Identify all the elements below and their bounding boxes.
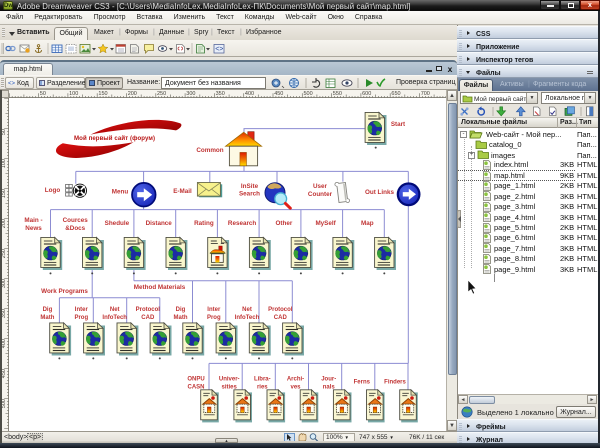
svg-text:Research: Research: [228, 220, 257, 227]
svg-text:Rating: Rating: [194, 220, 214, 227]
svg-text:Search: Search: [239, 191, 260, 198]
svg-text:Archi-: Archi-: [287, 377, 304, 383]
svg-text:Jour-: Jour-: [321, 377, 336, 383]
svg-text:CAD: CAD: [274, 315, 288, 321]
svg-text:E-Mail: E-Mail: [173, 188, 192, 195]
svg-text:Map: Map: [361, 220, 374, 227]
svg-text:300: 300: [186, 91, 195, 97]
svg-text:Start: Start: [391, 121, 406, 128]
svg-text:Libra-: Libra-: [254, 377, 271, 383]
svg-text:sities: sities: [222, 385, 238, 391]
svg-text:700: 700: [421, 91, 430, 97]
svg-text:ONPU: ONPU: [187, 377, 204, 383]
svg-text:<>: <>: [215, 46, 223, 53]
svg-text:Main -: Main -: [24, 217, 42, 224]
svg-text:50: 50: [40, 91, 46, 97]
svg-text:&Docs: &Docs: [65, 225, 85, 232]
svg-text:Finders: Finders: [384, 379, 406, 385]
svg-text:ries: ries: [257, 385, 268, 391]
svg-text:Prog: Prog: [207, 315, 221, 321]
svg-text:Logo: Logo: [45, 187, 61, 194]
svg-text:Cources: Cources: [63, 217, 89, 224]
svg-text:650: 650: [391, 91, 400, 97]
svg-text:Dig: Dig: [43, 307, 53, 313]
svg-text:User: User: [313, 183, 328, 190]
svg-text:Math: Math: [174, 315, 188, 321]
svg-text:ves: ves: [290, 385, 301, 391]
svg-text:200: 200: [128, 91, 137, 97]
svg-text:InfoTech: InfoTech: [102, 315, 127, 321]
svg-text:Common: Common: [196, 147, 223, 154]
svg-text:Univer-: Univer-: [219, 377, 240, 383]
svg-text:CASN: CASN: [187, 385, 204, 391]
svg-text:News: News: [25, 225, 42, 232]
svg-text:400: 400: [245, 91, 254, 97]
svg-text:600: 600: [362, 91, 371, 97]
svg-text:Method Materials: Method Materials: [134, 284, 186, 291]
svg-text:InSite: InSite: [241, 183, 259, 190]
svg-text:Protocol: Protocol: [268, 307, 293, 313]
svg-text:500: 500: [304, 91, 313, 97]
svg-text:150: 150: [98, 91, 107, 97]
svg-text:Prog: Prog: [74, 315, 88, 321]
svg-text:550: 550: [333, 91, 342, 97]
svg-text:250: 250: [157, 91, 166, 97]
svg-text:Dig: Dig: [176, 307, 186, 313]
svg-text:Counter: Counter: [308, 191, 333, 198]
svg-text:Ferns: Ferns: [354, 379, 371, 385]
svg-text:Distance: Distance: [146, 220, 173, 227]
svg-text:Net: Net: [242, 307, 252, 313]
svg-text:Other: Other: [276, 220, 293, 227]
svg-text:Work Programs: Work Programs: [41, 288, 88, 295]
svg-text:InfoTech: InfoTech: [235, 315, 260, 321]
svg-text:CAD: CAD: [141, 315, 155, 321]
svg-text:Inter: Inter: [75, 307, 89, 313]
svg-text:nals: nals: [323, 385, 336, 391]
svg-text:Out Links: Out Links: [365, 189, 395, 196]
svg-text:Мой первый сайт (форум): Мой первый сайт (форум): [74, 135, 155, 142]
svg-text:100: 100: [69, 91, 78, 97]
svg-text:Net: Net: [110, 307, 120, 313]
svg-text:Shedule: Shedule: [105, 220, 130, 227]
svg-text:350: 350: [216, 91, 225, 97]
svg-text:Math: Math: [40, 315, 54, 321]
svg-text:450: 450: [274, 91, 283, 97]
svg-text:Protocol: Protocol: [136, 307, 161, 313]
svg-text:Menu: Menu: [112, 188, 129, 195]
svg-text:Inter: Inter: [207, 307, 221, 313]
svg-text:MySelf: MySelf: [315, 220, 336, 227]
